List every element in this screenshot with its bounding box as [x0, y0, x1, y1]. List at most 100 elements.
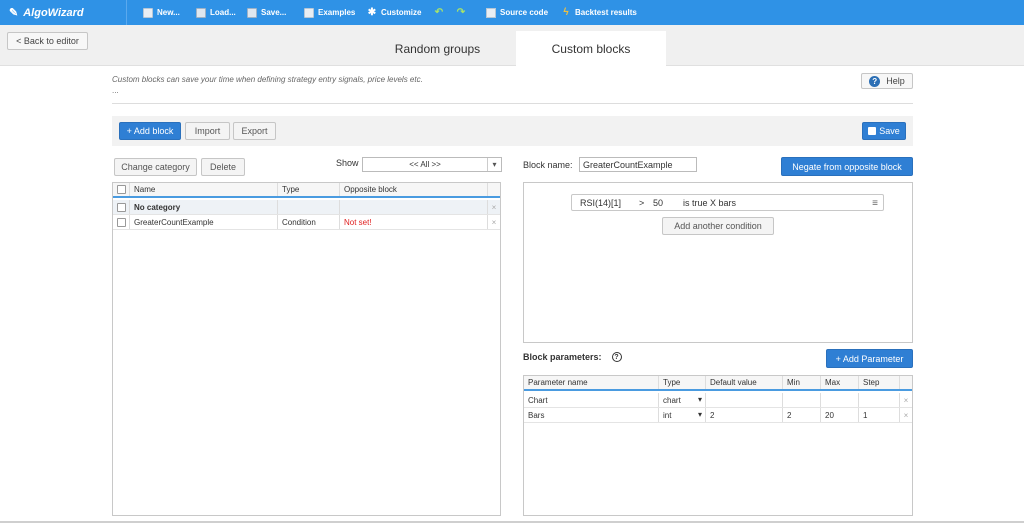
brand-name: AlgoWizard: [23, 6, 84, 19]
add-block-button[interactable]: + Add block: [119, 122, 181, 140]
divider: [112, 103, 913, 104]
undo-button[interactable]: ↶: [434, 0, 448, 25]
param-name-cell[interactable]: Chart: [524, 393, 659, 407]
param-min-cell[interactable]: 2: [783, 408, 821, 422]
condition-suffix: is true X bars: [683, 198, 737, 208]
condition-panel: RSI(14)[1] > 50 is true X bars ≡ Add ano…: [523, 182, 913, 343]
help-button[interactable]: ? Help: [861, 73, 913, 89]
back-to-editor-button[interactable]: < Back to editor: [7, 32, 88, 50]
remove-icon[interactable]: ×: [488, 215, 500, 229]
block-parameters-heading: Block parameters: ?: [523, 352, 622, 362]
select-all-checkbox[interactable]: [117, 185, 126, 194]
remove-icon[interactable]: ×: [900, 393, 912, 407]
brand-logo: ✎ AlgoWizard: [0, 0, 127, 25]
add-parameter-button[interactable]: + Add Parameter: [826, 349, 913, 368]
show-filter-value: << All >>: [409, 160, 441, 169]
param-step-cell[interactable]: 1: [859, 408, 900, 422]
save-label: Save: [879, 126, 900, 136]
col-param-type[interactable]: Type: [659, 376, 706, 389]
load-button[interactable]: Load...: [196, 0, 236, 25]
export-button[interactable]: Export: [233, 122, 276, 140]
col-name[interactable]: Name: [130, 183, 278, 196]
backtest-results-button[interactable]: ϟ Backtest results: [561, 0, 636, 25]
new-file-icon: [143, 7, 153, 18]
load-icon: [196, 7, 206, 18]
param-type-select[interactable]: chart ▾: [659, 393, 706, 407]
row-checkbox-cell: [113, 215, 130, 229]
menu-icon[interactable]: ≡: [872, 198, 878, 209]
change-category-button[interactable]: Change category: [114, 158, 197, 176]
param-default-cell[interactable]: [706, 393, 783, 407]
customize-label: Customize: [381, 8, 422, 17]
parameters-table-header: Parameter name Type Default value Min Ma…: [524, 376, 912, 391]
row-checkbox-cell: [113, 200, 130, 214]
col-opposite[interactable]: Opposite block: [340, 183, 488, 196]
table-row[interactable]: Bars int ▾ 2 2 20 1 ×: [524, 408, 912, 423]
redo-button[interactable]: ↷: [456, 0, 470, 25]
cell-type: [278, 200, 340, 214]
condition-row[interactable]: RSI(14)[1] > 50 is true X bars ≡: [571, 194, 884, 211]
param-max-cell[interactable]: [821, 393, 859, 407]
row-checkbox[interactable]: [117, 217, 126, 227]
customize-button[interactable]: ✱ Customize: [367, 0, 422, 25]
remove-icon[interactable]: ×: [900, 408, 912, 422]
save-menu-button[interactable]: Save...: [247, 0, 286, 25]
question-icon[interactable]: ?: [611, 352, 622, 362]
tab-custom-blocks[interactable]: Custom blocks: [516, 31, 666, 67]
cell-opposite: Not set!: [340, 215, 488, 229]
description-text: Custom blocks can save your time when de…: [112, 75, 423, 84]
param-name-cell[interactable]: Bars: [524, 408, 659, 422]
cell-type: Condition: [278, 215, 340, 229]
param-max-cell[interactable]: 20: [821, 408, 859, 422]
col-param-name[interactable]: Parameter name: [524, 376, 659, 389]
param-type-select[interactable]: int ▾: [659, 408, 706, 422]
undo-icon: ↶: [434, 7, 444, 18]
remove-icon[interactable]: ×: [488, 200, 500, 214]
col-min[interactable]: Min: [783, 376, 821, 389]
table-row[interactable]: Chart chart ▾ ×: [524, 393, 912, 408]
new-button[interactable]: New...: [143, 0, 180, 25]
add-another-condition-button[interactable]: Add another condition: [662, 217, 774, 235]
save-icon: [247, 7, 257, 18]
block-name-input[interactable]: GreaterCountExample: [579, 157, 697, 172]
source-code-button[interactable]: Source code: [486, 0, 548, 25]
param-step-cell[interactable]: [859, 393, 900, 407]
col-default-value[interactable]: Default value: [706, 376, 783, 389]
import-button[interactable]: Import: [185, 122, 230, 140]
cell-name: GreaterCountExample: [130, 215, 278, 229]
new-label: New...: [157, 8, 180, 17]
table-row[interactable]: GreaterCountExample Condition Not set! ×: [113, 215, 500, 230]
block-parameters-label: Block parameters:: [523, 352, 602, 362]
table-row[interactable]: No category ×: [113, 200, 500, 215]
negate-button[interactable]: Negate from opposite block: [781, 157, 913, 176]
param-default-cell[interactable]: 2: [706, 408, 783, 422]
parameters-table: Parameter name Type Default value Min Ma…: [523, 375, 913, 516]
wand-icon: ✎: [9, 7, 19, 19]
param-min-cell[interactable]: [783, 393, 821, 407]
source-code-icon: [486, 7, 496, 18]
chevron-down-icon: ▾: [697, 410, 702, 419]
help-icon: ?: [869, 75, 881, 87]
floppy-icon: [868, 127, 877, 135]
condition-operator[interactable]: >: [639, 198, 644, 208]
redo-icon: ↷: [456, 7, 466, 18]
backtest-icon: ϟ: [563, 7, 569, 18]
condition-left[interactable]: RSI(14)[1]: [580, 198, 621, 208]
load-label: Load...: [210, 8, 236, 17]
col-max[interactable]: Max: [821, 376, 859, 389]
cell-name: No category: [130, 200, 278, 214]
examples-icon: [304, 7, 314, 18]
col-type[interactable]: Type: [278, 183, 340, 196]
delete-button[interactable]: Delete: [201, 158, 245, 176]
examples-label: Examples: [318, 8, 356, 17]
row-checkbox[interactable]: [117, 202, 126, 212]
help-label: Help: [886, 76, 905, 86]
header-checkbox-cell: [113, 183, 130, 196]
save-menu-label: Save...: [261, 8, 287, 17]
tab-random-groups[interactable]: Random groups: [360, 31, 515, 67]
show-filter-select[interactable]: << All >> ▾: [362, 157, 502, 172]
condition-right[interactable]: 50: [653, 198, 663, 208]
examples-button[interactable]: Examples: [304, 0, 355, 25]
save-button[interactable]: Save: [862, 122, 906, 140]
col-step[interactable]: Step: [859, 376, 900, 389]
